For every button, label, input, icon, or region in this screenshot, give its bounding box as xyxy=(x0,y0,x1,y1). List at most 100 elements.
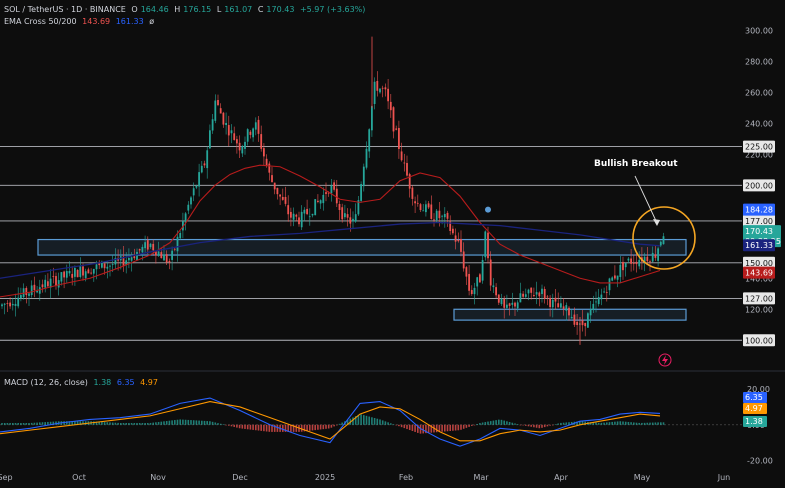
chart-canvas[interactable]: Bullish Breakout 100.00120.00140.00160.0… xyxy=(0,0,785,484)
candle-body xyxy=(111,264,114,266)
macd-hist-bar xyxy=(622,421,624,425)
candle-body xyxy=(65,271,68,278)
symbol-name[interactable]: SOL / TetherUS · 1D · BINANCE xyxy=(4,5,126,14)
candle-body xyxy=(333,182,335,190)
candle-body xyxy=(76,269,79,278)
macd-hist-bar xyxy=(36,422,38,425)
macd-hist-bar xyxy=(462,424,465,429)
macd-hist-bar xyxy=(614,421,616,425)
macd-hist-bar xyxy=(519,424,522,426)
candle-body xyxy=(9,302,11,307)
candle-body xyxy=(465,267,468,277)
macd-hist-bar xyxy=(638,422,640,425)
candle-body xyxy=(427,203,430,208)
macd-hist-bar xyxy=(403,424,406,429)
trading-chart[interactable]: Bullish Breakout 100.00120.00140.00160.0… xyxy=(0,0,785,484)
candle-body xyxy=(55,276,57,286)
candle-body xyxy=(659,241,662,246)
macd-hist-bar xyxy=(630,422,632,425)
macd-hist-bar xyxy=(506,421,508,425)
macd-hist-bar xyxy=(195,420,198,425)
time-tick-Oct: Oct xyxy=(72,473,86,482)
candle-body xyxy=(160,252,163,259)
time-tick-Jun: Jun xyxy=(717,473,731,482)
macd-hist-bar xyxy=(479,423,481,425)
candle-body xyxy=(581,320,584,326)
candle-body xyxy=(38,287,41,294)
macd-hist-bar xyxy=(219,423,222,425)
macd-hist-bar xyxy=(206,421,208,425)
candle-body xyxy=(622,261,624,271)
candle-body xyxy=(195,185,198,188)
macd-hist-bar xyxy=(230,424,233,427)
candle-body xyxy=(176,236,179,252)
macd-hist-bar xyxy=(252,424,254,430)
candle-body xyxy=(384,87,387,90)
macd-hist-bar xyxy=(314,424,316,431)
macd-hist-bar xyxy=(595,422,597,425)
candle-body xyxy=(273,182,276,190)
macd-hist-bar xyxy=(17,423,19,425)
candle-body xyxy=(163,254,165,261)
candle-body xyxy=(476,277,479,287)
macd-hist-bar xyxy=(222,424,225,426)
time-tick-Apr: Apr xyxy=(554,473,569,482)
candle-body xyxy=(630,258,632,264)
candle-body xyxy=(587,313,589,328)
candle-body xyxy=(276,187,279,195)
candle-body xyxy=(489,259,492,286)
candle-body xyxy=(79,266,82,277)
level-tag-200: 200.00 xyxy=(745,181,773,190)
macd-hist-bar xyxy=(619,421,622,425)
candle-body xyxy=(152,243,155,251)
candle-body xyxy=(624,263,627,268)
candle-body xyxy=(597,297,600,305)
macd-legend: MACD (12, 26, close) 1.38 6.35 4.97 xyxy=(4,377,161,388)
macd-hist-bar xyxy=(527,424,530,427)
macd-hist-bar xyxy=(414,424,416,432)
candle-body xyxy=(187,204,190,211)
candle-body xyxy=(481,260,484,281)
macd-hist-bar xyxy=(487,421,489,425)
candle-body xyxy=(236,139,238,144)
macd-hist-bar xyxy=(120,423,122,425)
ema-title[interactable]: EMA Cross 50/200 xyxy=(4,17,77,26)
candle-body xyxy=(157,251,160,256)
candle-body xyxy=(381,87,384,89)
candle xyxy=(76,269,79,278)
candle-body xyxy=(33,284,36,291)
macd-hist-bar xyxy=(157,421,160,425)
candle-body xyxy=(292,213,295,220)
candle-body xyxy=(338,203,341,211)
candle xyxy=(479,272,481,283)
candle-body xyxy=(422,210,425,212)
candle-body xyxy=(527,289,530,294)
candle-body xyxy=(589,309,592,316)
macd-hist-bar xyxy=(106,422,109,425)
candle-body xyxy=(533,295,535,297)
candle-body xyxy=(206,150,209,169)
macd-title[interactable]: MACD (12, 26, close) xyxy=(4,378,88,387)
macd-hist-bar xyxy=(325,424,327,429)
candle-body xyxy=(68,270,71,274)
candle-body xyxy=(443,213,446,218)
candle-body xyxy=(373,81,376,104)
candle-body xyxy=(230,130,233,134)
macd-hist-bar xyxy=(514,423,516,425)
candle-body xyxy=(90,272,92,274)
candle-body xyxy=(605,292,608,293)
candle-body xyxy=(398,127,400,149)
macd-hist-bar xyxy=(203,420,206,425)
candle-body xyxy=(133,256,136,259)
candle-body xyxy=(200,165,203,173)
candle-body xyxy=(254,122,257,130)
macd-hist-bar xyxy=(214,422,217,425)
macd-hist-bar xyxy=(176,419,179,425)
macd-hist-bar xyxy=(128,423,130,425)
candle-body xyxy=(141,246,144,253)
candle-body xyxy=(614,275,616,279)
support-zone-1 xyxy=(453,308,687,321)
candle-body xyxy=(541,288,543,295)
candle-body xyxy=(565,305,568,311)
candle-body xyxy=(479,274,481,283)
